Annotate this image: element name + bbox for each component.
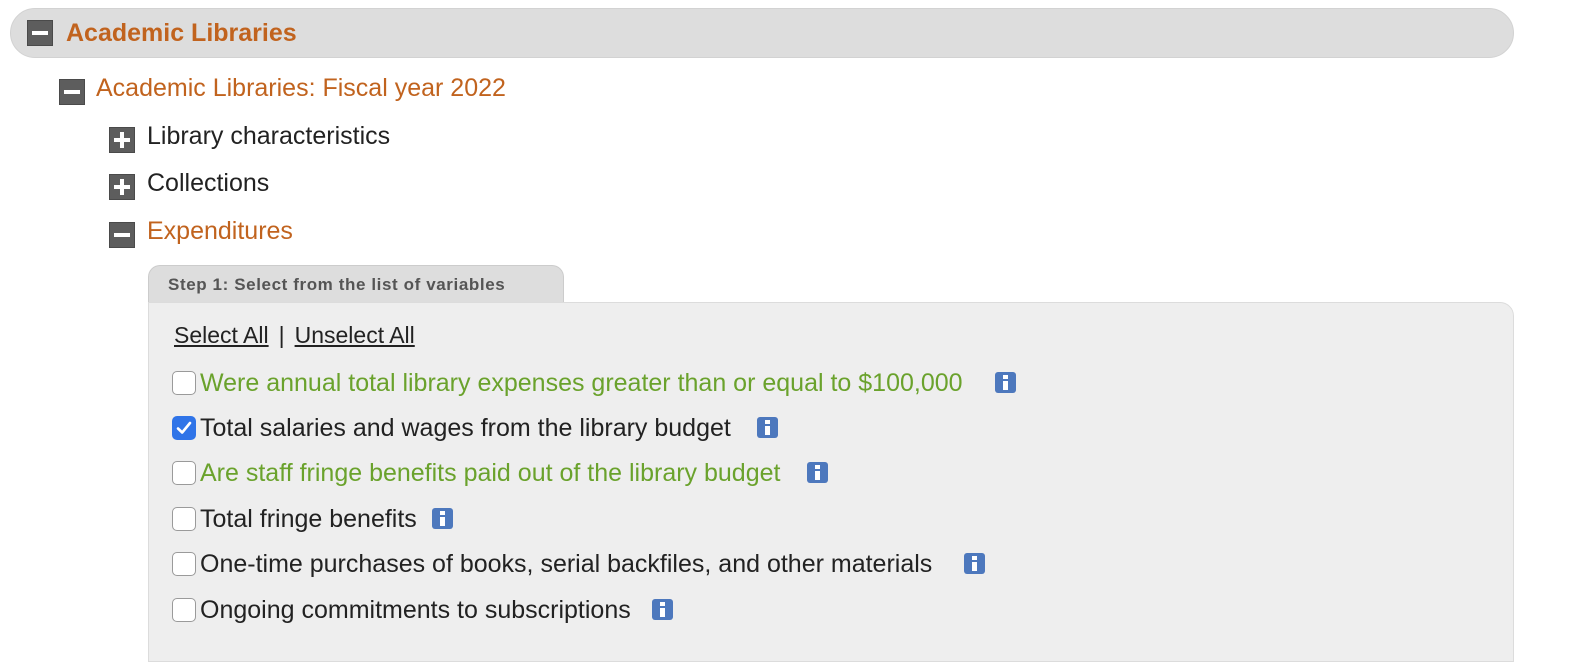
expand-plus-icon[interactable] xyxy=(109,174,135,200)
collapse-minus-icon[interactable] xyxy=(27,20,53,46)
variable-label[interactable]: Ongoing commitments to subscriptions xyxy=(200,595,631,625)
variable-label[interactable]: Were annual total library expenses great… xyxy=(200,368,963,398)
variable-checkbox[interactable] xyxy=(172,598,196,622)
tree-year-label[interactable]: Academic Libraries: Fiscal year 2022 xyxy=(96,73,506,103)
variable-checkbox[interactable] xyxy=(172,416,196,440)
variable-label[interactable]: Total salaries and wages from the librar… xyxy=(200,413,731,443)
variable-checkbox[interactable] xyxy=(172,371,196,395)
variable-checkbox[interactable] xyxy=(172,552,196,576)
info-icon[interactable] xyxy=(432,508,453,529)
collapse-minus-icon[interactable] xyxy=(59,79,85,105)
variable-label[interactable]: Total fringe benefits xyxy=(200,504,417,534)
collapse-minus-icon[interactable] xyxy=(109,222,135,248)
tree-category-collections[interactable]: Collections xyxy=(147,168,269,198)
info-icon[interactable] xyxy=(807,462,828,483)
checkmark-icon xyxy=(176,421,192,434)
tree-category-expenditures[interactable]: Expenditures xyxy=(147,216,293,246)
info-icon[interactable] xyxy=(757,417,778,438)
tree-category-library-characteristics[interactable]: Library characteristics xyxy=(147,121,390,151)
info-icon[interactable] xyxy=(995,372,1016,393)
variable-label[interactable]: Are staff fringe benefits paid out of th… xyxy=(200,458,780,488)
select-all-link[interactable]: Select All xyxy=(174,322,269,348)
variable-label[interactable]: One-time purchases of books, serial back… xyxy=(200,549,932,579)
info-icon[interactable] xyxy=(964,553,985,574)
tree-root-label[interactable]: Academic Libraries xyxy=(66,18,297,48)
link-separator: | xyxy=(278,322,285,348)
info-icon[interactable] xyxy=(652,599,673,620)
selection-links: Select All | Unselect All xyxy=(174,320,415,350)
step-tab: Step 1: Select from the list of variable… xyxy=(148,265,564,303)
unselect-all-link[interactable]: Unselect All xyxy=(295,322,415,348)
expand-plus-icon[interactable] xyxy=(109,127,135,153)
variable-checkbox[interactable] xyxy=(172,461,196,485)
variable-checkbox[interactable] xyxy=(172,507,196,531)
